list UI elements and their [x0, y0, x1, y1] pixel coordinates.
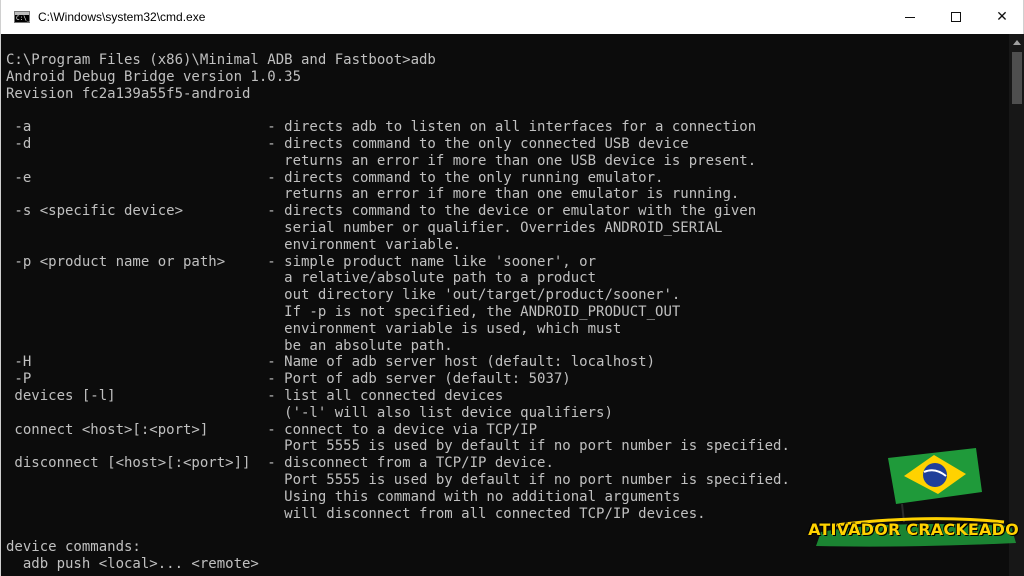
console-line: C:\Program Files (x86)\Minimal ADB and F…: [6, 52, 436, 68]
console-line: -e - directs command to the only running…: [6, 169, 664, 186]
close-icon: ✕: [996, 9, 1008, 25]
cmd-window: C:\_ C:\Windows\system32\cmd.exe ✕ C:\Pr…: [0, 0, 1024, 576]
console-line: be an absolute path.: [6, 337, 453, 354]
console-line: -H - Name of adb server host (default: l…: [6, 354, 656, 371]
minimize-button[interactable]: [887, 0, 933, 34]
scrollbar-thumb[interactable]: [1012, 52, 1022, 104]
maximize-button[interactable]: [933, 0, 979, 34]
console-line: -a - directs adb to listen on all interf…: [6, 119, 757, 136]
watermark-logo: ATIVADOR CRACKEADO: [806, 448, 1021, 558]
console-line: returns an error if more than one emulat…: [6, 186, 740, 203]
console-line: environment variable.: [6, 236, 462, 253]
scroll-up-arrow-icon: [1013, 39, 1021, 45]
console-line: -p <product name or path> - simple produ…: [6, 253, 597, 270]
window-title: C:\Windows\system32\cmd.exe: [38, 10, 206, 24]
console-line: -P - Port of adb server (default: 5037): [6, 371, 571, 388]
console-line: environment variable is used, which must: [6, 320, 622, 337]
console-line: devices [-l] - list all connected device…: [6, 387, 504, 404]
console-line: -d - directs command to the only connect…: [6, 135, 689, 152]
title-bar[interactable]: C:\_ C:\Windows\system32\cmd.exe ✕: [1, 0, 1023, 34]
scroll-up-button[interactable]: [1009, 34, 1024, 50]
console-line: out directory like 'out/target/product/s…: [6, 287, 681, 304]
console-line: Android Debug Bridge version 1.0.35: [6, 68, 302, 85]
cmd-icon-glyph: C:\_: [16, 15, 31, 22]
console-line: adb push <local>... <remote>: [6, 555, 259, 572]
console-line: serial number or qualifier. Overrides AN…: [6, 219, 723, 236]
console-line: ('-l' will also list device qualifiers): [6, 404, 613, 421]
close-button[interactable]: ✕: [979, 0, 1024, 34]
maximize-icon: [951, 12, 961, 22]
console-line: If -p is not specified, the ANDROID_PROD…: [6, 303, 681, 320]
brazil-flag-icon: [816, 448, 1016, 547]
console-line: returns an error if more than one USB de…: [6, 152, 757, 169]
console-line: a relative/absolute path to a product: [6, 270, 597, 287]
cmd-icon[interactable]: C:\_: [14, 11, 30, 23]
console-line: -s <specific device> - directs command t…: [6, 203, 757, 220]
watermark-text: ATIVADOR CRACKEADO: [808, 520, 1019, 539]
minimize-icon: [905, 16, 915, 18]
console-line: Revision fc2a139a55f5-android: [6, 85, 251, 102]
console-line: connect <host>[:<port>] - connect to a d…: [6, 421, 538, 438]
